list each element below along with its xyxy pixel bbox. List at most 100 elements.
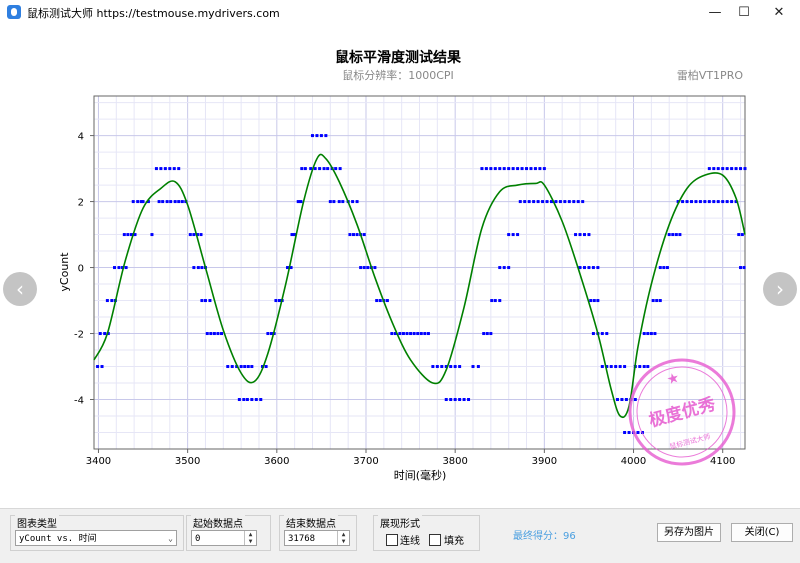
data-point: [578, 233, 582, 237]
next-arrow-button[interactable]: ›: [763, 272, 797, 306]
data-point: [490, 299, 494, 303]
data-point: [614, 365, 618, 369]
start-point-spinner[interactable]: ▲ ▼: [244, 531, 256, 545]
data-point: [646, 365, 650, 369]
end-point-input[interactable]: 31768 ▲ ▼: [284, 530, 350, 546]
end-point-spinner[interactable]: ▲ ▼: [337, 531, 349, 545]
chevron-down-icon: ⌄: [168, 534, 173, 543]
data-point: [199, 233, 203, 237]
data-point: [449, 365, 453, 369]
data-point: [375, 299, 379, 303]
data-point: [707, 200, 711, 204]
data-point: [113, 266, 117, 270]
data-point: [574, 233, 578, 237]
data-point: [212, 332, 216, 336]
chevron-left-icon: ‹: [16, 277, 24, 301]
data-point: [624, 398, 628, 402]
data-point: [740, 233, 744, 237]
data-point: [712, 167, 716, 171]
data-point: [296, 200, 300, 204]
data-point: [385, 299, 389, 303]
data-point: [290, 233, 294, 237]
data-point: [507, 233, 511, 237]
data-point: [230, 365, 234, 369]
data-point: [618, 365, 622, 369]
y-tick-label: -4: [74, 396, 84, 407]
data-point: [203, 299, 207, 303]
data-point: [348, 233, 352, 237]
data-point: [685, 200, 689, 204]
data-point: [355, 200, 359, 204]
window-title: 鼠标测试大师 https://testmouse.mydrivers.com: [27, 7, 280, 20]
prev-arrow-button[interactable]: ‹: [3, 272, 37, 306]
data-point: [737, 233, 741, 237]
data-point: [105, 299, 109, 303]
x-tick-label: 3400: [86, 456, 111, 467]
data-point: [318, 167, 322, 171]
data-point: [366, 266, 370, 270]
data-point: [110, 299, 114, 303]
data-point: [458, 398, 462, 402]
fill-checkbox[interactable]: [429, 534, 441, 546]
start-point-group: 起始数据点 0 ▲ ▼: [186, 515, 271, 551]
data-point: [516, 233, 520, 237]
data-point: [157, 200, 161, 204]
data-point: [169, 200, 173, 204]
data-point: [131, 200, 135, 204]
smoothness-chart: 鼠标平滑度测试结果 鼠标分辨率：1000CPI 雷柏VT1PRO 3400 350…: [58, 49, 747, 482]
maximize-button[interactable]: ☐: [727, 0, 761, 24]
save-image-button[interactable]: 另存为图片: [657, 523, 721, 542]
data-point: [188, 233, 192, 237]
data-point: [416, 332, 420, 336]
data-point: [716, 167, 720, 171]
data-point: [609, 365, 613, 369]
data-point: [662, 266, 666, 270]
close-window-button[interactable]: ✕: [762, 0, 796, 24]
title-bar: 鼠标测试大师 https://testmouse.mydrivers.com —…: [0, 0, 800, 24]
start-point-input[interactable]: 0 ▲ ▼: [191, 530, 257, 546]
data-point: [642, 332, 646, 336]
data-point: [484, 167, 488, 171]
data-point: [623, 365, 627, 369]
close-button[interactable]: 关闭(C): [731, 523, 793, 542]
data-point: [453, 398, 457, 402]
data-point: [246, 365, 250, 369]
line-checkbox[interactable]: [386, 534, 398, 546]
chart-type-label: 图表类型: [15, 515, 59, 530]
data-point: [739, 266, 743, 270]
data-point: [725, 200, 729, 204]
x-tick-label: 3700: [353, 456, 378, 467]
data-point: [245, 398, 249, 402]
data-point: [310, 134, 314, 138]
data-point: [250, 398, 254, 402]
data-point: [633, 398, 637, 402]
y-tick-label: 2: [78, 198, 84, 209]
data-point: [122, 233, 126, 237]
data-point: [355, 233, 359, 237]
data-point: [103, 332, 107, 336]
display-mode-group: 展现形式 连线 填充: [373, 515, 480, 551]
data-point: [378, 299, 382, 303]
data-point: [658, 266, 662, 270]
y-tick-label: 0: [78, 264, 84, 275]
data-point: [98, 332, 102, 336]
data-point: [582, 233, 586, 237]
data-point: [655, 299, 659, 303]
data-point: [739, 167, 743, 171]
data-point: [572, 200, 576, 204]
data-point: [467, 398, 471, 402]
data-point: [264, 365, 268, 369]
fill-checkbox-label: 填充: [444, 536, 464, 547]
data-point: [620, 398, 624, 402]
start-point-label: 起始数据点: [191, 515, 245, 530]
data-point: [168, 167, 172, 171]
data-point: [721, 167, 725, 171]
data-point: [117, 266, 121, 270]
x-tick-label: 3900: [532, 456, 557, 467]
data-point: [596, 266, 600, 270]
data-point: [581, 200, 585, 204]
data-point: [653, 332, 657, 336]
data-point: [671, 233, 675, 237]
data-point: [159, 167, 163, 171]
chart-type-dropdown[interactable]: yCount vs. 时间 ⌄: [15, 530, 177, 546]
